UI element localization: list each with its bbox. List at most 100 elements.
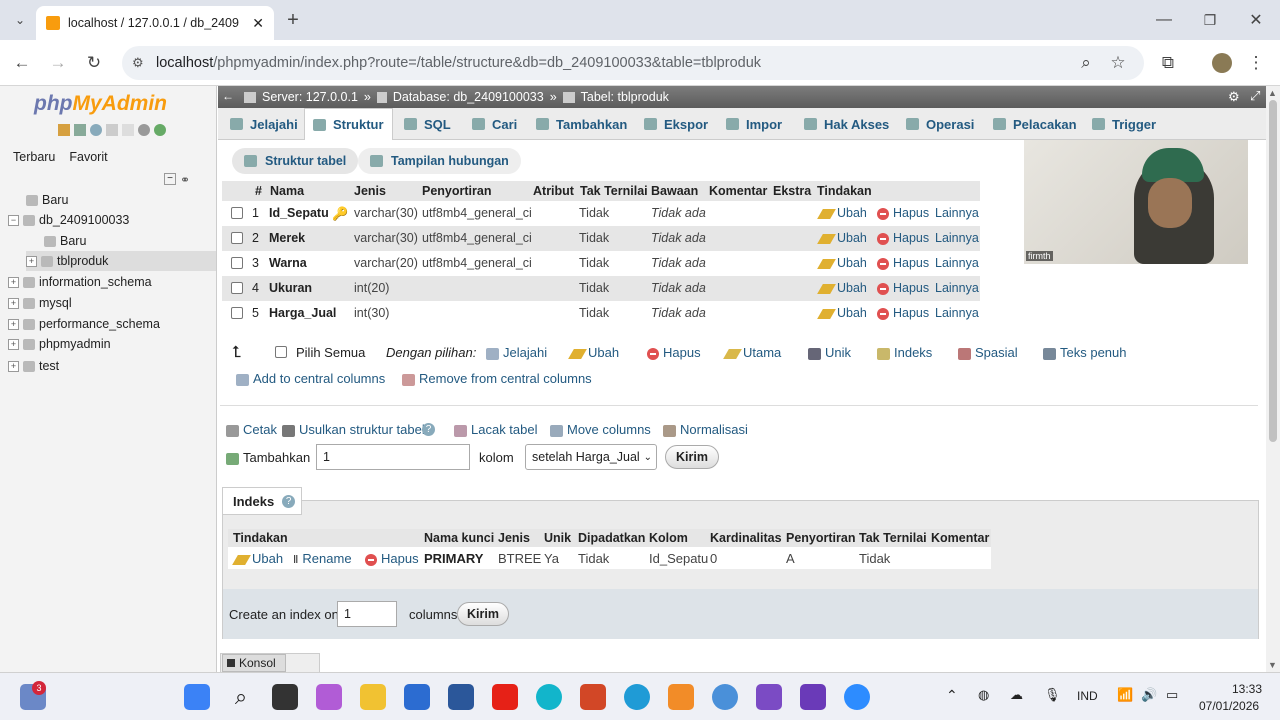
subtab-table-structure[interactable]: Struktur tabel bbox=[232, 148, 359, 174]
clock-time[interactable]: 13:33 bbox=[1232, 682, 1262, 696]
help-icon[interactable]: ? bbox=[282, 494, 296, 508]
collapse-nav-icon[interactable]: ← bbox=[222, 89, 234, 103]
tree-item-test[interactable]: + test bbox=[8, 356, 59, 376]
extensions-icon[interactable]: ⧉ bbox=[1156, 51, 1180, 75]
drop-link[interactable]: Hapus bbox=[877, 306, 929, 320]
row-checkbox[interactable] bbox=[231, 232, 243, 244]
bulk-browse[interactable]: Jelajahi bbox=[486, 345, 547, 360]
scroll-up-icon[interactable]: ▲ bbox=[1268, 88, 1277, 98]
tree-item-performance-schema[interactable]: + performance_schema bbox=[8, 314, 160, 334]
battery-icon[interactable]: ▭ bbox=[1166, 687, 1178, 703]
expand-icon[interactable]: + bbox=[8, 360, 19, 372]
chevron-up-icon[interactable]: ⌃ bbox=[946, 687, 958, 704]
add-column-count-input[interactable]: 1 bbox=[316, 444, 470, 470]
reload-icon[interactable]: ↻ bbox=[82, 51, 106, 75]
check-all-checkbox[interactable] bbox=[275, 346, 287, 358]
sql-docs-icon[interactable] bbox=[122, 124, 134, 136]
xampp-icon[interactable] bbox=[668, 684, 694, 710]
tree-item-information-schema[interactable]: + information_schema bbox=[8, 272, 152, 292]
print-link[interactable]: Cetak bbox=[226, 422, 277, 437]
tray-cloud-icon[interactable]: ☁ bbox=[1010, 687, 1023, 703]
row-checkbox[interactable] bbox=[231, 282, 243, 294]
breadcrumb-table[interactable]: Tabel: tblproduk bbox=[581, 90, 669, 104]
store-icon[interactable] bbox=[404, 684, 430, 710]
col-header[interactable]: Penyortiran bbox=[422, 184, 491, 198]
edit-link[interactable]: Ubah bbox=[817, 306, 867, 320]
tab-export[interactable]: Ekspor bbox=[644, 108, 708, 140]
zoom-icon[interactable] bbox=[844, 684, 870, 710]
col-header[interactable]: Ekstra bbox=[773, 184, 811, 198]
docs-icon[interactable] bbox=[106, 124, 118, 136]
col-header[interactable]: Komentar bbox=[709, 184, 767, 198]
microphone-icon[interactable]: 🎙 bbox=[1044, 687, 1061, 703]
drop-link[interactable]: Hapus bbox=[877, 256, 929, 270]
page-scrollbar[interactable]: ▲ ▼ bbox=[1266, 86, 1280, 672]
task-view-icon[interactable] bbox=[272, 684, 298, 710]
edge-icon[interactable] bbox=[624, 684, 650, 710]
indexes-legend[interactable]: Indeks? bbox=[222, 487, 302, 515]
more-link[interactable]: Lainnya bbox=[935, 231, 979, 245]
address-bar[interactable]: ⚙ localhost/phpmyadmin/index.php?route=/… bbox=[122, 46, 1144, 80]
bulk-drop[interactable]: Hapus bbox=[647, 345, 701, 360]
chrome-icon[interactable] bbox=[712, 684, 738, 710]
copilot-icon[interactable] bbox=[316, 684, 342, 710]
word-icon[interactable] bbox=[448, 684, 474, 710]
visual-studio-installer-icon[interactable] bbox=[800, 684, 826, 710]
tab-privileges[interactable]: Hak Akses bbox=[804, 108, 889, 140]
expand-icon[interactable]: + bbox=[8, 318, 19, 330]
scrollbar-thumb[interactable] bbox=[1269, 100, 1277, 442]
bulk-edit[interactable]: Ubah bbox=[568, 345, 619, 360]
tab-browse[interactable]: Jelajahi bbox=[230, 108, 298, 140]
check-all-label[interactable]: Pilih Semua bbox=[296, 345, 365, 360]
tab-sql[interactable]: SQL bbox=[404, 108, 451, 140]
volume-icon[interactable]: 🔊 bbox=[1141, 687, 1157, 703]
tree-item-mysql[interactable]: + mysql bbox=[8, 293, 72, 313]
more-link[interactable]: Lainnya bbox=[935, 256, 979, 270]
move-columns-link[interactable]: Move columns bbox=[550, 422, 651, 437]
edit-link[interactable]: Ubah bbox=[817, 256, 867, 270]
tab-recent[interactable]: Terbaru bbox=[10, 148, 58, 166]
browser-menu-icon[interactable]: ⋮ bbox=[1244, 51, 1268, 75]
file-explorer-icon[interactable] bbox=[360, 684, 386, 710]
tab-insert[interactable]: Tambahkan bbox=[536, 108, 627, 140]
language-indicator[interactable]: IND bbox=[1077, 689, 1098, 703]
bulk-fulltext[interactable]: Teks penuh bbox=[1043, 345, 1127, 360]
more-link[interactable]: Lainnya bbox=[935, 281, 979, 295]
propose-structure-link[interactable]: Usulkan struktur tabel bbox=[282, 422, 425, 437]
search-icon[interactable]: ⌕ bbox=[228, 684, 254, 710]
profile-avatar[interactable] bbox=[1210, 51, 1234, 75]
scroll-down-icon[interactable]: ▼ bbox=[1268, 660, 1277, 670]
wifi-icon[interactable]: 📶 bbox=[1117, 687, 1133, 703]
drop-link[interactable]: Hapus bbox=[877, 206, 929, 220]
create-index-submit-button[interactable]: Kirim bbox=[457, 602, 509, 626]
bulk-index[interactable]: Indeks bbox=[877, 345, 932, 360]
bulk-unique[interactable]: Unik bbox=[808, 345, 851, 360]
bulk-spatial[interactable]: Spasial bbox=[958, 345, 1018, 360]
edit-link[interactable]: Ubah bbox=[817, 281, 867, 295]
forward-icon[interactable]: → bbox=[46, 51, 70, 75]
col-header[interactable]: Nama bbox=[270, 184, 304, 198]
more-link[interactable]: Lainnya bbox=[935, 206, 979, 220]
collapse-all-icon[interactable]: − bbox=[164, 173, 176, 185]
tab-import[interactable]: Impor bbox=[726, 108, 782, 140]
help-icon[interactable]: ? bbox=[422, 423, 435, 436]
edit-link[interactable]: Ubah bbox=[817, 206, 867, 220]
restore-icon[interactable]: ❐ bbox=[1198, 8, 1222, 32]
phpmyadmin-logo[interactable]: phpMyAdmin bbox=[34, 92, 167, 116]
edit-link[interactable]: Ubah bbox=[817, 231, 867, 245]
settings-icon[interactable] bbox=[138, 124, 150, 136]
help-icon[interactable] bbox=[90, 124, 102, 136]
col-header[interactable]: Tak Ternilai bbox=[580, 184, 648, 198]
col-header[interactable]: Jenis bbox=[354, 184, 386, 198]
new-tab-icon[interactable]: + bbox=[282, 8, 304, 32]
expand-icon[interactable]: + bbox=[26, 255, 37, 267]
breadcrumb-server[interactable]: Server: 127.0.0.1 bbox=[262, 90, 358, 104]
drop-link[interactable]: Hapus bbox=[877, 231, 929, 245]
breadcrumb-database[interactable]: Database: db_2409100033 bbox=[393, 90, 544, 104]
close-tab-icon[interactable]: ✕ bbox=[252, 15, 264, 32]
browser-tab[interactable]: localhost / 127.0.0.1 / db_2409 ✕ bbox=[36, 6, 274, 40]
tab-search-icon[interactable]: ⌄ bbox=[8, 8, 32, 32]
bulk-primary[interactable]: Utama bbox=[723, 345, 781, 360]
expand-icon[interactable]: + bbox=[8, 276, 19, 288]
index-edit-link[interactable]: Ubah bbox=[232, 551, 283, 566]
